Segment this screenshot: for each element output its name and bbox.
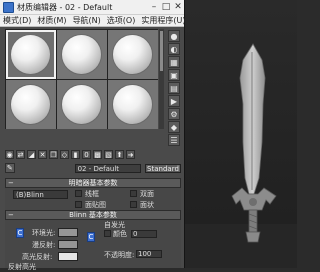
opacity-label: 不透明度: bbox=[104, 251, 135, 259]
material-id-icon[interactable]: 0 bbox=[82, 150, 91, 159]
sample-type-icon[interactable]: ● bbox=[168, 30, 180, 42]
sample-sphere bbox=[62, 35, 101, 74]
two-sided-checkbox[interactable] bbox=[130, 190, 137, 197]
diffuse-color-swatch[interactable] bbox=[58, 240, 78, 249]
self-illum-color-checkbox[interactable] bbox=[104, 230, 111, 237]
lock-ambient-diffuse-icon[interactable]: C bbox=[16, 228, 24, 238]
put-to-scene-icon[interactable]: ⇄ bbox=[16, 150, 25, 159]
select-by-material-icon[interactable]: ◆ bbox=[168, 121, 180, 133]
window-title: 材质编辑器 - 02 - Default bbox=[17, 2, 113, 12]
rollout-shader-basic[interactable]: − 明暗器基本参数 bbox=[5, 178, 181, 188]
opacity-value: 100 bbox=[138, 250, 152, 258]
title-bar[interactable]: 材质编辑器 - 02 - Default – □ ✕ bbox=[0, 0, 184, 15]
close-icon[interactable]: ✕ bbox=[172, 1, 184, 13]
copy-material-icon[interactable]: ❐ bbox=[49, 150, 58, 159]
get-material-icon[interactable]: ◉ bbox=[5, 150, 14, 159]
reset-map-icon[interactable]: ✕ bbox=[38, 150, 47, 159]
menu-material[interactable]: 材质(M) bbox=[37, 15, 66, 26]
sample-sphere bbox=[11, 35, 50, 74]
go-forward-sibling-icon[interactable]: ➜ bbox=[126, 150, 135, 159]
face-map-checkbox[interactable] bbox=[75, 201, 82, 208]
specular-color-swatch[interactable] bbox=[58, 252, 78, 261]
material-editor-window[interactable]: 材质编辑器 - 02 - Default – □ ✕ 模式(D) 材质(M) 导… bbox=[0, 0, 185, 271]
diffuse-label: 漫反射: bbox=[32, 241, 56, 249]
reflection-hilite-label: 反射高光 bbox=[8, 263, 36, 271]
show-map-icon[interactable]: ▩ bbox=[93, 150, 102, 159]
material-name-row: ✎ 02 - Default Standard bbox=[5, 163, 181, 173]
side-toolbar: ● ◐ ▦ ▣ ▤ ▶ ⚙ ◆ ☰ bbox=[167, 29, 181, 147]
sample-slot[interactable] bbox=[6, 80, 56, 129]
ambient-label: 环境光: bbox=[32, 229, 56, 237]
minimize-icon[interactable]: – bbox=[148, 1, 160, 13]
background-icon[interactable]: ▦ bbox=[168, 56, 180, 68]
menu-bar: 模式(D) 材质(M) 导航(N) 选项(O) 实用程序(U) bbox=[0, 15, 185, 27]
maximize-icon[interactable]: □ bbox=[160, 1, 172, 13]
sample-sphere bbox=[11, 85, 50, 124]
sample-sphere bbox=[62, 85, 101, 124]
make-unique-icon[interactable]: ◇ bbox=[60, 150, 69, 159]
scrollbar-thumb[interactable] bbox=[160, 31, 163, 71]
rollout-title: 明暗器基本参数 bbox=[68, 179, 118, 187]
collapse-icon: − bbox=[8, 211, 14, 219]
rollout-title: Blinn 基本参数 bbox=[69, 211, 117, 219]
self-illum-value: 0 bbox=[133, 230, 138, 238]
menu-navigation[interactable]: 导航(N) bbox=[73, 15, 101, 26]
make-preview-icon[interactable]: ▶ bbox=[168, 95, 180, 107]
sample-slot[interactable] bbox=[57, 30, 107, 79]
video-color-check-icon[interactable]: ▤ bbox=[168, 82, 180, 94]
options-icon[interactable]: ⚙ bbox=[168, 108, 180, 120]
self-illum-color-label: 颜色 bbox=[113, 230, 127, 238]
material-editor-icon bbox=[3, 1, 14, 13]
faceted-checkbox[interactable] bbox=[130, 201, 137, 208]
put-to-library-icon[interactable]: ▮ bbox=[71, 150, 80, 159]
face-map-label: 面贴图 bbox=[85, 201, 106, 209]
sample-slot[interactable] bbox=[6, 30, 56, 79]
sample-slot[interactable] bbox=[108, 30, 158, 79]
slots-scrollbar[interactable] bbox=[159, 29, 164, 129]
show-end-result-icon[interactable]: ▧ bbox=[104, 150, 113, 159]
wire-checkbox[interactable] bbox=[75, 190, 82, 197]
assign-to-selection-icon[interactable]: ◢ bbox=[27, 150, 36, 159]
menu-options[interactable]: 选项(O) bbox=[107, 15, 136, 26]
uv-tiling-icon[interactable]: ▣ bbox=[168, 69, 180, 81]
specular-label: 高光反射: bbox=[22, 253, 53, 261]
pick-material-icon[interactable]: ✎ bbox=[5, 163, 15, 173]
ambient-color-swatch[interactable] bbox=[58, 228, 78, 237]
diffuse-map-button[interactable]: C bbox=[87, 232, 95, 242]
material-navigator-icon[interactable]: ☰ bbox=[168, 134, 180, 146]
sample-sphere bbox=[113, 35, 152, 74]
menu-modes[interactable]: 模式(D) bbox=[3, 15, 31, 26]
sample-sphere bbox=[113, 85, 152, 124]
collapse-icon: − bbox=[8, 179, 14, 187]
material-toolbar: ◉ ⇄ ◢ ✕ ❐ ◇ ▮ 0 ▩ ▧ ⬆ ➜ bbox=[5, 150, 181, 160]
menu-utilities[interactable]: 实用程序(U) bbox=[141, 15, 185, 26]
rollout-blinn-basic[interactable]: − Blinn 基本参数 bbox=[5, 210, 181, 220]
go-to-parent-icon[interactable]: ⬆ bbox=[115, 150, 124, 159]
backlight-icon[interactable]: ◐ bbox=[168, 43, 180, 55]
sample-slot[interactable] bbox=[57, 80, 107, 129]
sample-slots-grid bbox=[5, 29, 158, 129]
material-type-button[interactable]: Standard bbox=[144, 163, 181, 173]
faceted-label: 面状 bbox=[140, 201, 154, 209]
sample-slot[interactable] bbox=[108, 80, 158, 129]
shader-dropdown[interactable]: (B)Blinn bbox=[13, 190, 68, 199]
material-name-field[interactable]: 02 - Default bbox=[74, 163, 141, 173]
two-sided-label: 双面 bbox=[140, 190, 154, 198]
wire-label: 线框 bbox=[85, 190, 99, 198]
